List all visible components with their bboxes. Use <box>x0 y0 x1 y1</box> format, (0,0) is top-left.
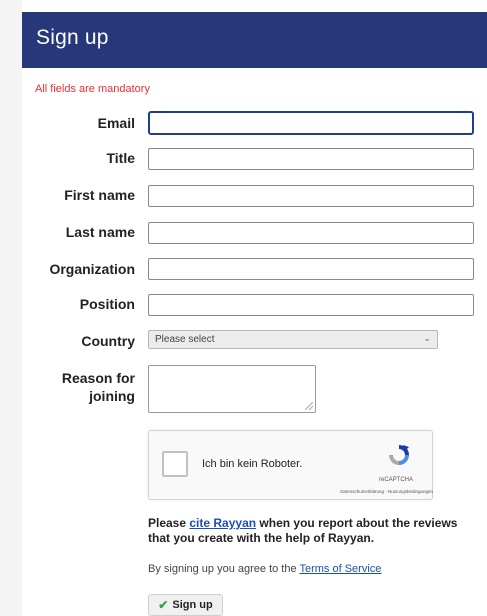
email-field[interactable] <box>148 111 474 135</box>
first-name-field[interactable] <box>148 185 474 207</box>
recaptcha-widget: Ich bin kein Roboter. reCAPTCHA Datensch… <box>148 430 433 500</box>
title-field[interactable] <box>148 148 474 170</box>
terms-of-service-link[interactable]: Terms of Service <box>299 563 381 575</box>
signup-button-label: Sign up <box>172 599 213 611</box>
citation-note: Please cite Rayyan when you report about… <box>148 516 468 546</box>
email-label: Email <box>97 115 135 131</box>
page-title: Sign up <box>36 26 109 49</box>
chevron-down-icon: ⌄ <box>423 333 431 343</box>
organization-label: Organization <box>49 261 135 277</box>
check-icon: ✔ <box>158 598 169 612</box>
country-label: Country <box>81 333 135 349</box>
country-select[interactable]: Please select ⌄ <box>148 330 438 349</box>
recaptcha-links[interactable]: Datenschutzerklärung - Nutzungsbedingung… <box>263 489 433 494</box>
reason-label-line1: Reason for <box>61 370 135 386</box>
title-label: Title <box>106 150 135 166</box>
panel-header: Sign up <box>22 12 487 68</box>
position-label: Position <box>79 296 135 312</box>
last-name-field[interactable] <box>148 222 474 244</box>
last-name-label: Last name <box>65 224 135 240</box>
reason-label: Reason for joining <box>62 369 135 405</box>
position-field[interactable] <box>148 294 474 316</box>
terms-prefix: By signing up you agree to the <box>148 563 300 575</box>
recaptcha-label: Ich bin kein Roboter. <box>202 458 303 470</box>
organization-field[interactable] <box>148 258 474 280</box>
recaptcha-logo-icon <box>389 445 409 465</box>
page-edge <box>0 0 22 616</box>
recaptcha-checkbox[interactable] <box>162 451 188 477</box>
resize-grip-icon[interactable] <box>305 402 313 410</box>
citation-note-prefix: Please <box>148 516 190 530</box>
cite-rayyan-link[interactable]: cite Rayyan <box>189 516 256 530</box>
signup-button[interactable]: ✔ Sign up <box>148 594 223 616</box>
mandatory-note: All fields are mandatory <box>35 83 150 95</box>
recaptcha-brand: reCAPTCHA <box>378 477 413 483</box>
terms-agreement: By signing up you agree to the Terms of … <box>148 563 381 575</box>
country-selected-value: Please select <box>155 334 215 345</box>
reason-label-line2: joining <box>89 388 135 404</box>
first-name-label: First name <box>64 187 135 203</box>
reason-textarea[interactable] <box>148 365 316 413</box>
